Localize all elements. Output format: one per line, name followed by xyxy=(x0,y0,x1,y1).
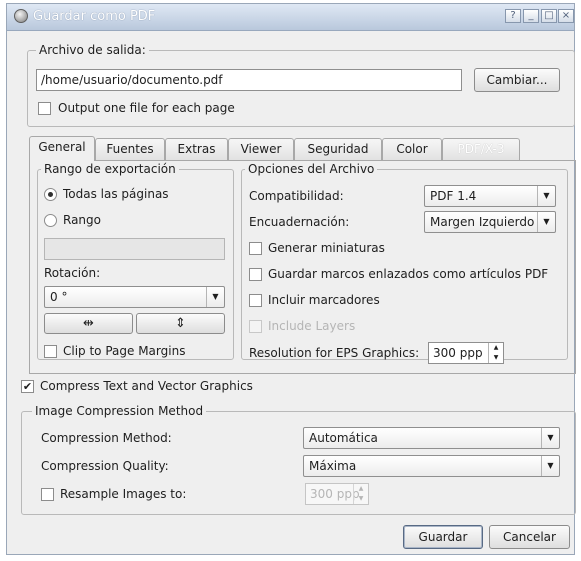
one-file-per-page-label: Output one file for each page xyxy=(58,101,235,115)
range-label: Rango xyxy=(63,213,101,227)
compression-method-label: Compression Method: xyxy=(41,431,172,445)
compression-quality-value: Máxima xyxy=(309,459,357,473)
eps-resolution-spinbox[interactable]: 300 ppp ▲ ▼ xyxy=(428,342,504,364)
clip-to-margins-checkbox[interactable] xyxy=(44,345,57,358)
flip-vertical-icon: ⇕ xyxy=(175,316,186,331)
change-path-button[interactable]: Cambiar... xyxy=(474,68,560,92)
export-range-legend: Rango de exportación xyxy=(41,162,179,176)
compat-value: PDF 1.4 xyxy=(430,189,477,203)
general-tab-panel: Rango de exportación Todas las páginas R… xyxy=(29,160,576,374)
spin-arrows-icon: ▲ ▼ xyxy=(488,343,503,363)
compress-text-checkbox[interactable]: ✔ xyxy=(21,380,34,393)
tab-seguridad[interactable]: Seguridad xyxy=(294,138,382,160)
output-file-legend: Archivo de salida: xyxy=(36,43,149,57)
export-range-group: Rango de exportación Todas las páginas R… xyxy=(37,162,234,360)
cancel-button[interactable]: Cancelar xyxy=(489,525,570,549)
compression-quality-label: Compression Quality: xyxy=(41,459,169,473)
eps-resolution-label: Resolution for EPS Graphics: xyxy=(249,346,420,360)
bookmarks-checkbox[interactable] xyxy=(249,294,262,307)
chevron-down-icon: ▼ xyxy=(541,428,559,448)
compression-quality-select[interactable]: Máxima ▼ xyxy=(303,455,560,477)
clip-to-margins-label: Clip to Page Margins xyxy=(63,344,186,358)
chevron-down-icon: ▼ xyxy=(206,287,224,307)
chevron-down-icon: ▼ xyxy=(537,186,555,206)
resample-label: Resample Images to: xyxy=(60,487,187,501)
tab-extras[interactable]: Extras xyxy=(165,138,228,160)
file-options-group: Opciones del Archivo Compatibilidad: PDF… xyxy=(241,162,568,364)
binding-label: Encuadernación: xyxy=(249,215,350,229)
binding-select[interactable]: Margen Izquierdo ▼ xyxy=(424,211,556,233)
minimize-button[interactable]: _ xyxy=(523,9,539,23)
layers-checkbox xyxy=(249,320,262,333)
compression-method-select[interactable]: Automática ▼ xyxy=(303,427,560,449)
compression-method-value: Automática xyxy=(309,431,378,445)
binding-value: Margen Izquierdo xyxy=(430,215,535,229)
title-bar: Guardar como PDF ? _ □ × xyxy=(7,4,574,31)
save-button[interactable]: Guardar xyxy=(403,525,483,549)
compat-label: Compatibilidad: xyxy=(249,189,344,203)
output-file-group: Archivo de salida: /home/usuario/documen… xyxy=(27,43,575,127)
window-title: Guardar como PDF xyxy=(33,9,156,24)
tab-general[interactable]: General xyxy=(29,136,95,161)
image-compression-group: Image Compression Method Compression Met… xyxy=(21,404,576,515)
image-compression-legend: Image Compression Method xyxy=(32,404,207,418)
compat-select[interactable]: PDF 1.4 ▼ xyxy=(424,185,556,207)
file-options-legend: Opciones del Archivo xyxy=(245,162,378,176)
bookmarks-label: Incluir marcadores xyxy=(268,293,380,307)
tab-fuentes[interactable]: Fuentes xyxy=(95,138,165,160)
thumbnails-label: Generar miniaturas xyxy=(268,241,385,255)
resample-spinbox: 300 ppp ▲ ▼ xyxy=(305,483,369,505)
app-icon xyxy=(14,9,28,23)
close-button[interactable]: × xyxy=(558,9,574,23)
rotation-select[interactable]: 0 ° ▼ xyxy=(44,286,225,308)
layers-label: Include Layers xyxy=(268,319,356,333)
one-file-per-page-checkbox[interactable] xyxy=(38,102,51,115)
maximize-button[interactable]: □ xyxy=(541,9,557,23)
all-pages-radio[interactable] xyxy=(44,188,57,201)
tab-viewer[interactable]: Viewer xyxy=(228,138,294,160)
flip-vertical-button[interactable]: ⇕ xyxy=(136,313,225,334)
all-pages-label: Todas las páginas xyxy=(63,187,169,201)
rotation-value: 0 ° xyxy=(50,290,68,304)
rotation-label: Rotación: xyxy=(44,266,101,280)
eps-resolution-value: 300 ppp xyxy=(433,346,483,360)
help-button[interactable]: ? xyxy=(505,9,521,23)
flip-horizontal-button[interactable]: ⇹ xyxy=(44,313,133,334)
output-path-field[interactable]: /home/usuario/documento.pdf xyxy=(36,69,462,91)
tab-pdfx3: PDF/X-3 xyxy=(442,138,520,160)
tab-color[interactable]: Color xyxy=(382,138,442,160)
chevron-down-icon: ▼ xyxy=(537,212,555,232)
radio-selected-dot xyxy=(48,192,53,197)
chevron-down-icon: ▼ xyxy=(541,456,559,476)
save-as-pdf-dialog: Guardar como PDF ? _ □ × Archivo de sali… xyxy=(6,3,576,555)
range-radio[interactable] xyxy=(44,214,57,227)
linked-frames-checkbox[interactable] xyxy=(249,268,262,281)
range-input[interactable] xyxy=(44,238,225,260)
compress-text-label: Compress Text and Vector Graphics xyxy=(40,379,253,393)
linked-frames-label: Guardar marcos enlazados como artículos … xyxy=(268,267,549,281)
flip-horizontal-icon: ⇹ xyxy=(83,316,94,331)
thumbnails-checkbox[interactable] xyxy=(249,242,262,255)
spin-arrows-icon: ▲ ▼ xyxy=(353,484,368,504)
resample-checkbox[interactable] xyxy=(41,488,54,501)
